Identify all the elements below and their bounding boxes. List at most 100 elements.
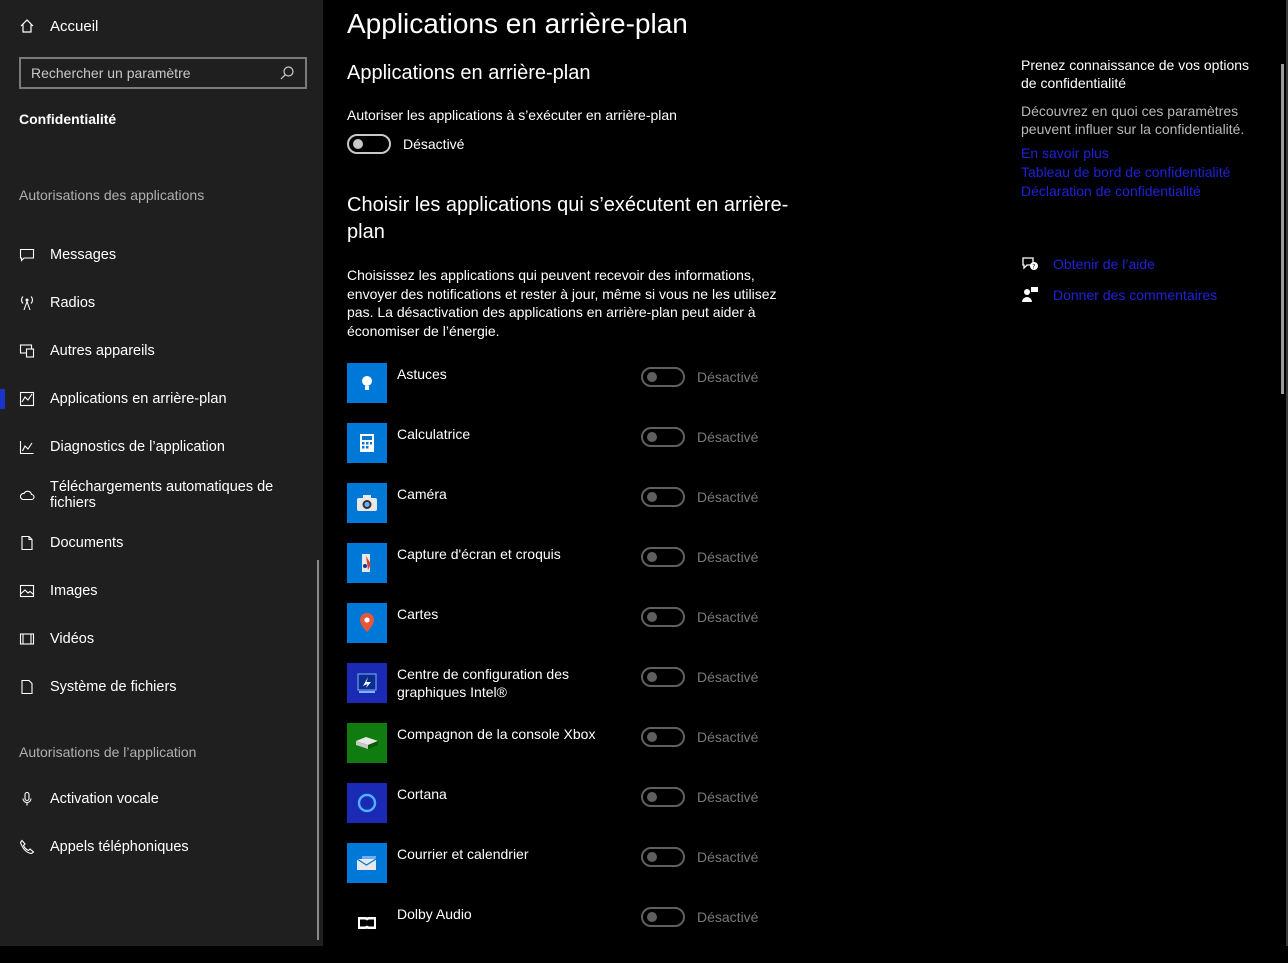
home-label: Accueil: [50, 17, 99, 35]
app-toggle[interactable]: [641, 607, 685, 627]
give-feedback-link[interactable]: Donner des commentaires: [1021, 284, 1261, 306]
toggle-state-label: Désactivé: [697, 849, 759, 865]
app-toggle[interactable]: [641, 427, 685, 447]
mail-icon: [347, 843, 387, 883]
app-name: Courrier et calendrier: [397, 846, 529, 862]
message-icon: [0, 247, 50, 263]
app-toggle[interactable]: [641, 907, 685, 927]
app-name: Capture d'écran et croquis: [397, 546, 561, 562]
group-label-app-permission: Autorisations de l’application: [19, 744, 197, 760]
sidebar-item-other-devices[interactable]: Autres appareils: [0, 331, 323, 371]
sidebar-item-documents[interactable]: Documents: [0, 523, 323, 563]
sidebar-item-label: Images: [50, 583, 98, 599]
app-name: Dolby Audio: [397, 906, 472, 922]
toggle-state-label: Désactivé: [697, 789, 759, 805]
app-toggle[interactable]: [641, 487, 685, 507]
app-row-calculatrice: Calculatrice Désactivé: [347, 423, 787, 483]
sidebar-item-label: Radios: [50, 295, 96, 311]
app-row-snip-sketch: Capture d'écran et croquis Désactivé: [347, 543, 787, 603]
sidebar-item-label: Système de fichiers: [50, 679, 177, 695]
cortana-icon: [347, 783, 387, 823]
snip-sketch-icon: [347, 543, 387, 583]
sidebar-item-messages[interactable]: Messages: [0, 235, 323, 275]
sidebar-item-videos[interactable]: Vidéos: [0, 619, 323, 659]
app-name: Calculatrice: [397, 426, 471, 442]
app-toggle[interactable]: [641, 367, 685, 387]
toggle-state-label: Désactivé: [697, 609, 759, 625]
search-icon[interactable]: [279, 65, 295, 81]
intel-graphics-icon: [347, 663, 387, 703]
get-help-link[interactable]: ? Obtenir de l’aide: [1021, 253, 1261, 275]
app-name: Caméra: [397, 486, 447, 502]
app-name: Astuces: [397, 366, 447, 382]
microphone-icon: [0, 791, 50, 807]
app-toggle-row: Désactivé: [641, 847, 758, 867]
app-row-astuces: Astuces Désactivé: [347, 363, 787, 423]
camera-icon: [347, 483, 387, 523]
section-heading-line: plan: [347, 221, 385, 243]
give-feedback-label: Donner des commentaires: [1053, 287, 1218, 303]
app-toggle[interactable]: [641, 787, 685, 807]
page-title: Applications en arrière-plan: [347, 8, 688, 39]
cloud-icon: [0, 487, 50, 503]
section-heading-background-apps: Applications en arrière-plan: [347, 62, 591, 84]
sidebar-item-voice-activation[interactable]: Activation vocale: [0, 779, 323, 819]
search-box[interactable]: [19, 57, 307, 89]
image-icon: [0, 583, 50, 599]
app-toggle-row: Désactivé: [641, 727, 758, 747]
main-scrollbar[interactable]: [1281, 64, 1284, 394]
app-toggle-row: Désactivé: [641, 487, 758, 507]
sidebar-item-label: Autres appareils: [50, 343, 155, 359]
sidebar-item-file-system[interactable]: Système de fichiers: [0, 667, 323, 707]
sidebar-item-label: Téléchargements automatiques de fichiers: [49, 479, 274, 511]
sidebar-item-images[interactable]: Images: [0, 571, 323, 611]
app-row-cortana: Cortana Désactivé: [347, 783, 787, 843]
app-toggle-row: Désactivé: [641, 547, 758, 567]
app-toggle-row: Désactivé: [641, 907, 758, 927]
calculator-icon: [347, 423, 387, 463]
search-input[interactable]: [31, 65, 279, 81]
toggle-state-label: Désactivé: [697, 549, 759, 565]
xbox-console-icon: [347, 723, 387, 763]
sidebar-scrollbar[interactable]: [317, 560, 319, 940]
related-title: Prenez connaissance de vos options de co…: [1021, 57, 1250, 91]
app-toggle[interactable]: [641, 727, 685, 747]
sidebar-item-app-diagnostics[interactable]: Diagnostics de l’application: [0, 427, 323, 467]
section-heading-line: Choisir les applications qui s’exécutent…: [347, 194, 789, 216]
section-heading-choose-apps: Choisir les applications qui s’exécutent…: [347, 192, 788, 246]
section-title: Confidentialité: [19, 111, 117, 127]
home-link[interactable]: Accueil: [19, 14, 98, 38]
allow-background-toggle-row: Désactivé: [347, 134, 464, 154]
app-toggle-row: Désactivé: [641, 787, 758, 807]
sidebar-item-background-apps[interactable]: Applications en arrière-plan: [0, 379, 323, 419]
app-row-intel-graphics: Centre de configuration des graphiques I…: [347, 663, 787, 723]
allow-background-label: Autoriser les applications à s’exécuter …: [347, 107, 677, 123]
app-toggle[interactable]: [641, 667, 685, 687]
file-system-icon: [0, 679, 50, 695]
allow-background-toggle[interactable]: [347, 134, 391, 154]
sidebar-item-phone-calls[interactable]: Appels téléphoniques: [0, 827, 323, 867]
sidebar-item-label: Diagnostics de l’application: [50, 439, 225, 455]
app-row-camera: Caméra Désactivé: [347, 483, 787, 543]
video-icon: [0, 631, 50, 647]
feedback-person-icon: [1021, 286, 1053, 304]
related-links: En savoir plus Tableau de bord de confid…: [1021, 144, 1261, 201]
app-toggle[interactable]: [641, 547, 685, 567]
sidebar-item-radios[interactable]: Radios: [0, 283, 323, 323]
map-pin-icon: [347, 603, 387, 643]
app-name: Cartes: [397, 606, 439, 622]
privacy-dashboard-link[interactable]: Tableau de bord de confidentialité: [1021, 163, 1261, 182]
sidebar-item-auto-downloads[interactable]: Téléchargements automatiques de fichiers: [0, 475, 323, 515]
app-name: Compagnon de la console Xbox: [397, 726, 596, 742]
app-toggle-row: Désactivé: [641, 427, 758, 447]
app-toggle-row: Désactivé: [641, 367, 758, 387]
privacy-statement-link[interactable]: Déclaration de confidentialité: [1021, 182, 1261, 201]
sidebar-item-label: Applications en arrière-plan: [50, 391, 227, 407]
toggle-state-label: Désactivé: [403, 136, 465, 152]
learn-more-link[interactable]: En savoir plus: [1021, 144, 1261, 163]
group-label-app-permissions: Autorisations des applications: [19, 187, 205, 203]
app-toggle[interactable]: [641, 847, 685, 867]
radio-antenna-icon: [0, 295, 50, 311]
svg-text:?: ?: [1032, 264, 1035, 271]
diagnostics-icon: [0, 439, 50, 455]
